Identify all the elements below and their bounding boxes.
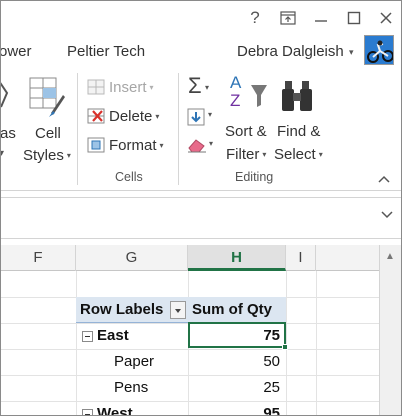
- format-cells-icon: [87, 137, 105, 158]
- collapse-east-button[interactable]: [82, 331, 93, 342]
- insert-button[interactable]: Insert ▾: [109, 79, 154, 96]
- pivot-row-label[interactable]: West: [97, 405, 133, 415]
- excel-window: ? ower Peltier Tech Debra Dalgleish ▾ as…: [0, 0, 402, 416]
- row-labels-header[interactable]: Row Labels: [80, 301, 163, 318]
- column-headers: F G H I: [1, 245, 379, 271]
- close-icon: [380, 12, 392, 24]
- title-bar: ?: [1, 1, 401, 35]
- gridline: [1, 401, 379, 402]
- cell-styles-button[interactable]: Styles ▾: [23, 147, 71, 164]
- ribbon-tab-row: ower Peltier Tech Debra Dalgleish ▾: [1, 35, 401, 69]
- formula-bar[interactable]: [1, 197, 401, 239]
- user-name[interactable]: Debra Dalgleish: [237, 43, 344, 60]
- binoculars-icon[interactable]: [281, 79, 313, 118]
- cell-styles-label-line1[interactable]: Cell: [35, 125, 61, 142]
- styles-partial-icon: [1, 79, 11, 114]
- format-button[interactable]: Format ▾: [109, 137, 164, 154]
- scroll-up-arrow-icon[interactable]: ▲: [385, 251, 395, 262]
- chevron-down-icon: [381, 211, 393, 219]
- collapse-west-button[interactable]: [82, 409, 93, 415]
- pivot-row-value[interactable]: 50: [200, 353, 280, 370]
- sort-filter-label-line1[interactable]: Sort &: [225, 123, 267, 140]
- column-header-g[interactable]: G: [76, 245, 188, 271]
- gridline: [316, 271, 317, 415]
- format-as-table-label[interactable]: as: [1, 125, 16, 142]
- help-button[interactable]: ?: [244, 7, 266, 29]
- active-cell-selection: [188, 322, 286, 348]
- sort-filter-button[interactable]: Filter ▾: [226, 146, 266, 163]
- pivot-row-value[interactable]: 95: [200, 405, 280, 415]
- pivot-row-label[interactable]: Pens: [114, 379, 148, 396]
- eraser-icon[interactable]: [187, 137, 207, 158]
- avatar[interactable]: [364, 35, 394, 65]
- cells-group-label: Cells: [115, 170, 143, 184]
- minimize-icon: [315, 20, 327, 22]
- group-separator: [77, 73, 78, 185]
- editing-group-label: Editing: [235, 170, 274, 184]
- column-header-i[interactable]: I: [286, 245, 316, 271]
- column-header-f[interactable]: F: [1, 245, 76, 271]
- fill-icon[interactable]: [187, 108, 205, 131]
- minimize-button[interactable]: [310, 7, 332, 29]
- close-button[interactable]: [375, 7, 397, 29]
- find-select-label-line1[interactable]: Find &: [277, 123, 320, 140]
- sort-az-z: Z: [230, 91, 241, 110]
- row-labels-filter-button[interactable]: [170, 301, 186, 319]
- insert-cells-icon: [87, 79, 105, 100]
- autosum-caret[interactable]: ▾: [205, 83, 209, 92]
- motorbike-avatar-icon: [365, 36, 393, 64]
- group-separator: [178, 73, 179, 185]
- pivot-row-label[interactable]: East: [97, 327, 129, 344]
- collapse-ribbon-button[interactable]: [378, 171, 390, 189]
- delete-cells-icon: [87, 108, 107, 129]
- chevron-up-icon: [378, 175, 390, 183]
- user-menu-caret[interactable]: ▾: [349, 47, 354, 58]
- delete-button[interactable]: Delete ▾: [109, 108, 159, 125]
- gridline: [1, 349, 379, 350]
- fill-handle[interactable]: [282, 344, 288, 350]
- worksheet-grid[interactable]: Row Labels Sum of Qty East 75 Paper 50 P…: [1, 271, 379, 415]
- gridline: [76, 271, 77, 415]
- expand-formula-bar-button[interactable]: [381, 210, 393, 223]
- pivot-row-value[interactable]: 25: [200, 379, 280, 396]
- ribbon: as ▾ Cell Styles▾ Insert▾ Delete▾: [1, 69, 401, 191]
- fill-caret[interactable]: ▾: [208, 110, 212, 119]
- tab-peltier-tech[interactable]: Peltier Tech: [67, 43, 145, 60]
- maximize-icon: [347, 11, 361, 25]
- cell-styles-icon[interactable]: [29, 77, 65, 122]
- autosum-icon[interactable]: Σ: [188, 73, 202, 99]
- sort-az-a: A: [230, 73, 242, 92]
- tab-power[interactable]: ower: [1, 43, 32, 60]
- ribbon-display-icon: [280, 11, 296, 25]
- maximize-button[interactable]: [343, 7, 365, 29]
- vertical-scrollbar[interactable]: ▲: [379, 245, 401, 415]
- ribbon-display-options-button[interactable]: [277, 7, 299, 29]
- sum-of-qty-header[interactable]: Sum of Qty: [192, 301, 272, 318]
- column-header-h[interactable]: H: [188, 245, 286, 271]
- find-select-button[interactable]: Select ▾: [274, 146, 323, 163]
- clear-caret[interactable]: ▾: [209, 139, 213, 148]
- gridline: [1, 375, 379, 376]
- format-as-table-caret[interactable]: ▾: [1, 148, 4, 159]
- pivot-row-label[interactable]: Paper: [114, 353, 154, 370]
